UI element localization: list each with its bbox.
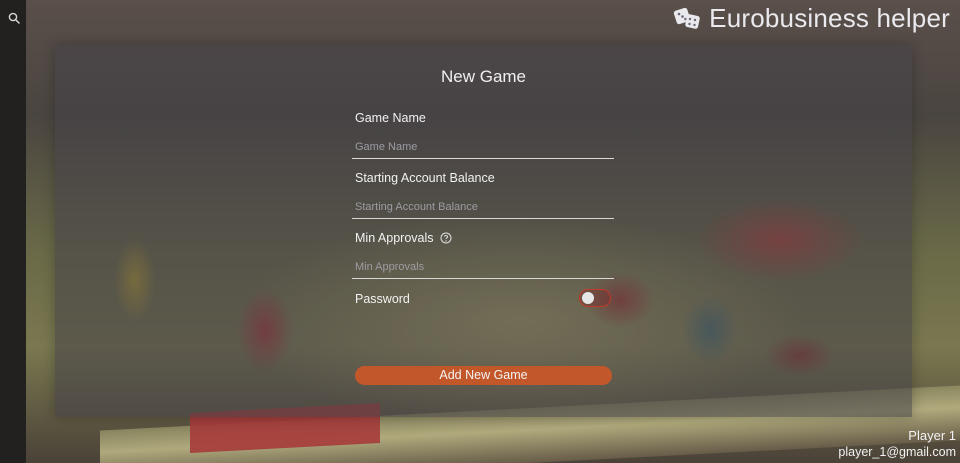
app-brand: Eurobusiness helper bbox=[673, 2, 950, 34]
user-name: Player 1 bbox=[908, 428, 956, 443]
search-icon[interactable] bbox=[8, 12, 20, 24]
new-game-dialog: New Game Game Name Starting Account Bala… bbox=[55, 45, 912, 417]
min-approvals-label: Min Approvals bbox=[355, 231, 452, 245]
starting-balance-label: Starting Account Balance bbox=[355, 171, 495, 185]
user-info: Player 1 player_1@gmail.com bbox=[838, 428, 956, 460]
min-approvals-field[interactable] bbox=[352, 255, 614, 279]
password-toggle[interactable] bbox=[579, 289, 611, 307]
min-approvals-input[interactable] bbox=[352, 255, 614, 279]
dialog-title: New Game bbox=[440, 67, 527, 86]
user-email: player_1@gmail.com bbox=[838, 445, 956, 459]
help-circle-icon[interactable] bbox=[440, 232, 452, 244]
starting-balance-input[interactable] bbox=[352, 195, 614, 219]
game-name-label: Game Name bbox=[355, 111, 426, 125]
sidebar bbox=[0, 0, 26, 463]
game-name-input[interactable] bbox=[352, 135, 614, 159]
dice-icon bbox=[673, 7, 700, 29]
toggle-knob bbox=[582, 291, 594, 304]
starting-balance-field[interactable] bbox=[352, 195, 614, 219]
app-title: Eurobusiness helper bbox=[709, 2, 950, 33]
add-new-game-button[interactable]: Add New Game bbox=[355, 366, 612, 385]
password-label: Password bbox=[355, 292, 410, 306]
game-name-field[interactable] bbox=[352, 135, 614, 159]
